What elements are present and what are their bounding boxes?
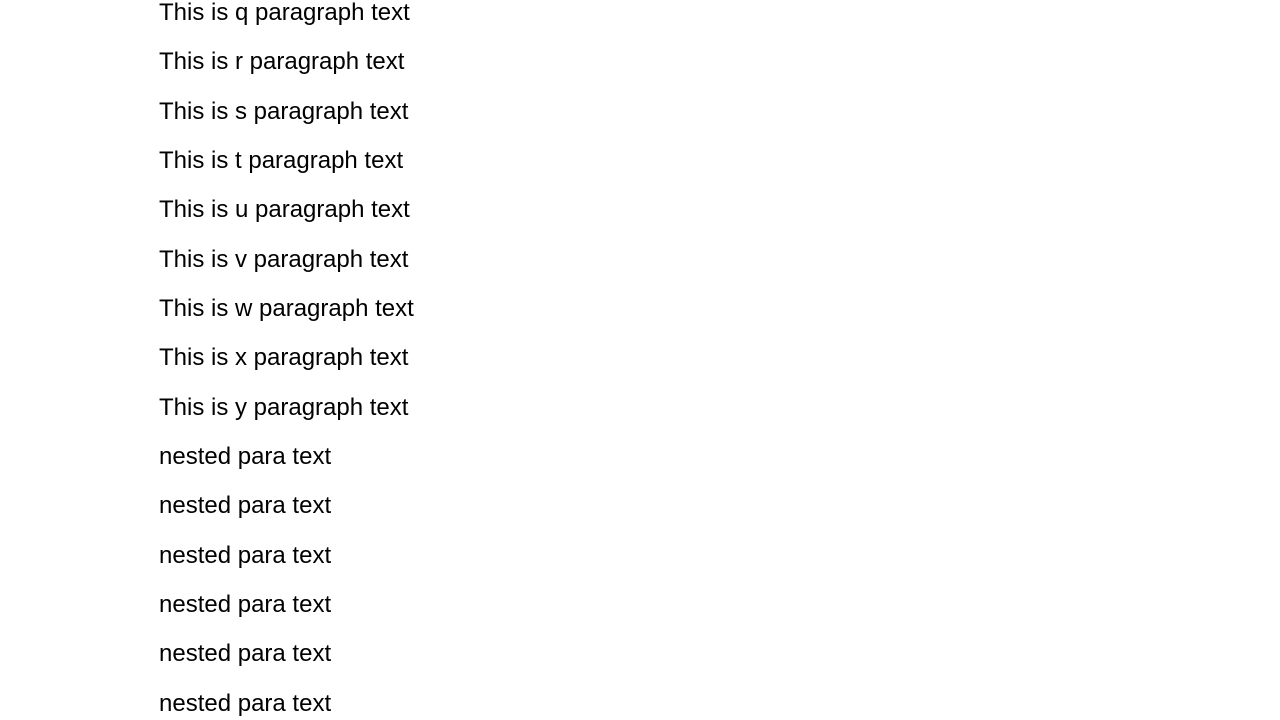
paragraph-list: This is q paragraph text This is r parag… bbox=[159, 0, 414, 720]
paragraph-y: This is y paragraph text bbox=[159, 393, 409, 421]
nested-paragraph: nested para text bbox=[159, 591, 332, 619]
nested-paragraph: nested para text bbox=[159, 541, 332, 569]
nested-paragraph: nested para text bbox=[159, 443, 332, 471]
paragraph-s: This is s paragraph text bbox=[159, 97, 409, 125]
nested-paragraph: nested para text bbox=[159, 492, 332, 520]
nested-paragraph: nested para text bbox=[159, 689, 332, 717]
paragraph-x: This is x paragraph text bbox=[159, 344, 409, 372]
paragraph-r: This is r paragraph text bbox=[159, 48, 405, 76]
paragraph-q: This is q paragraph text bbox=[159, 0, 410, 26]
paragraph-v: This is v paragraph text bbox=[159, 245, 409, 273]
paragraph-w: This is w paragraph text bbox=[159, 295, 414, 323]
paragraph-t: This is t paragraph text bbox=[159, 147, 404, 175]
nested-paragraph: nested para text bbox=[159, 640, 332, 668]
paragraph-u: This is u paragraph text bbox=[159, 196, 410, 224]
page: This is q paragraph text This is r parag… bbox=[0, 0, 1280, 720]
